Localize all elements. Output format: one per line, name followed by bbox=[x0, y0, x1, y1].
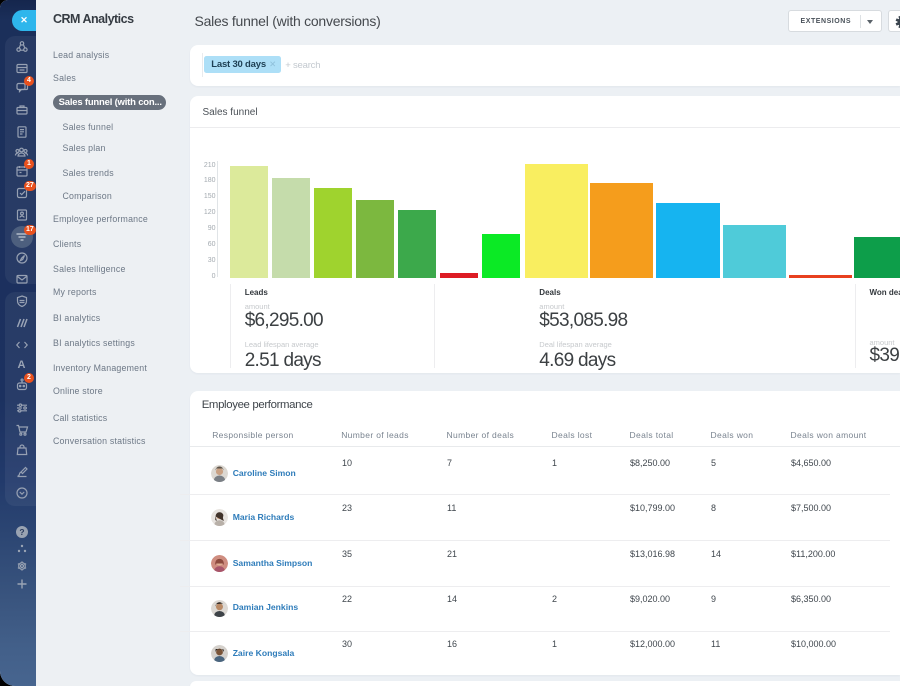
svg-text:?: ? bbox=[19, 527, 24, 537]
